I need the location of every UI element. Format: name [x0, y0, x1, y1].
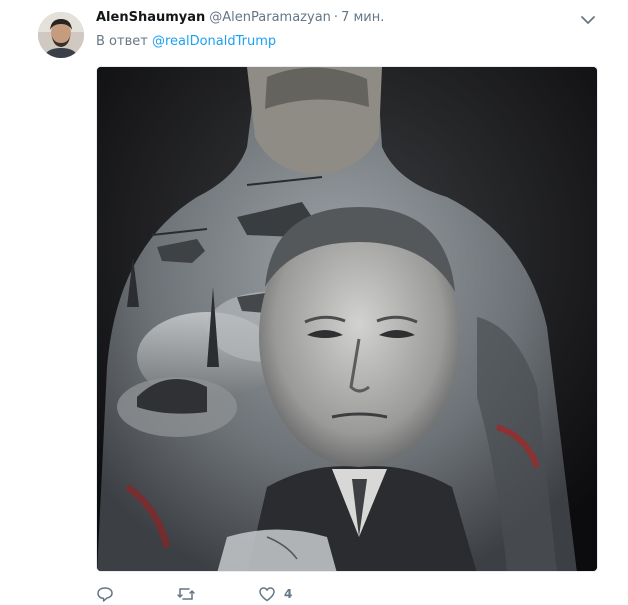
timestamp[interactable]: 7 мин. [341, 10, 384, 25]
reply-button[interactable] [96, 584, 122, 604]
reply-to-link[interactable]: @realDonaldTrump [152, 34, 276, 49]
like-button[interactable]: 4 [258, 584, 292, 604]
tweet-header: AlenShaumyan @AlenParamazyan · 7 мин. [96, 10, 384, 30]
separator-dot: · [333, 10, 339, 25]
tweet-actions: 4 [96, 584, 396, 604]
retweet-icon [176, 585, 196, 603]
tattoo-photo [97, 67, 597, 571]
heart-icon [258, 585, 276, 603]
reply-icon [96, 585, 114, 603]
author-handle[interactable]: @AlenParamazyan [209, 10, 331, 25]
tweet: AlenShaumyan @AlenParamazyan · 7 мин. В отв… [0, 0, 628, 605]
author-name[interactable]: AlenShaumyan [96, 10, 205, 25]
reply-context: В ответ @realDonaldTrump [96, 34, 276, 49]
retweet-button[interactable] [176, 584, 204, 604]
tweet-photo[interactable] [96, 66, 598, 572]
reply-prefix: В ответ [96, 34, 148, 49]
like-count: 4 [284, 587, 293, 601]
chevron-down-icon[interactable] [580, 12, 596, 26]
avatar-image [38, 12, 84, 58]
avatar[interactable] [38, 12, 84, 58]
